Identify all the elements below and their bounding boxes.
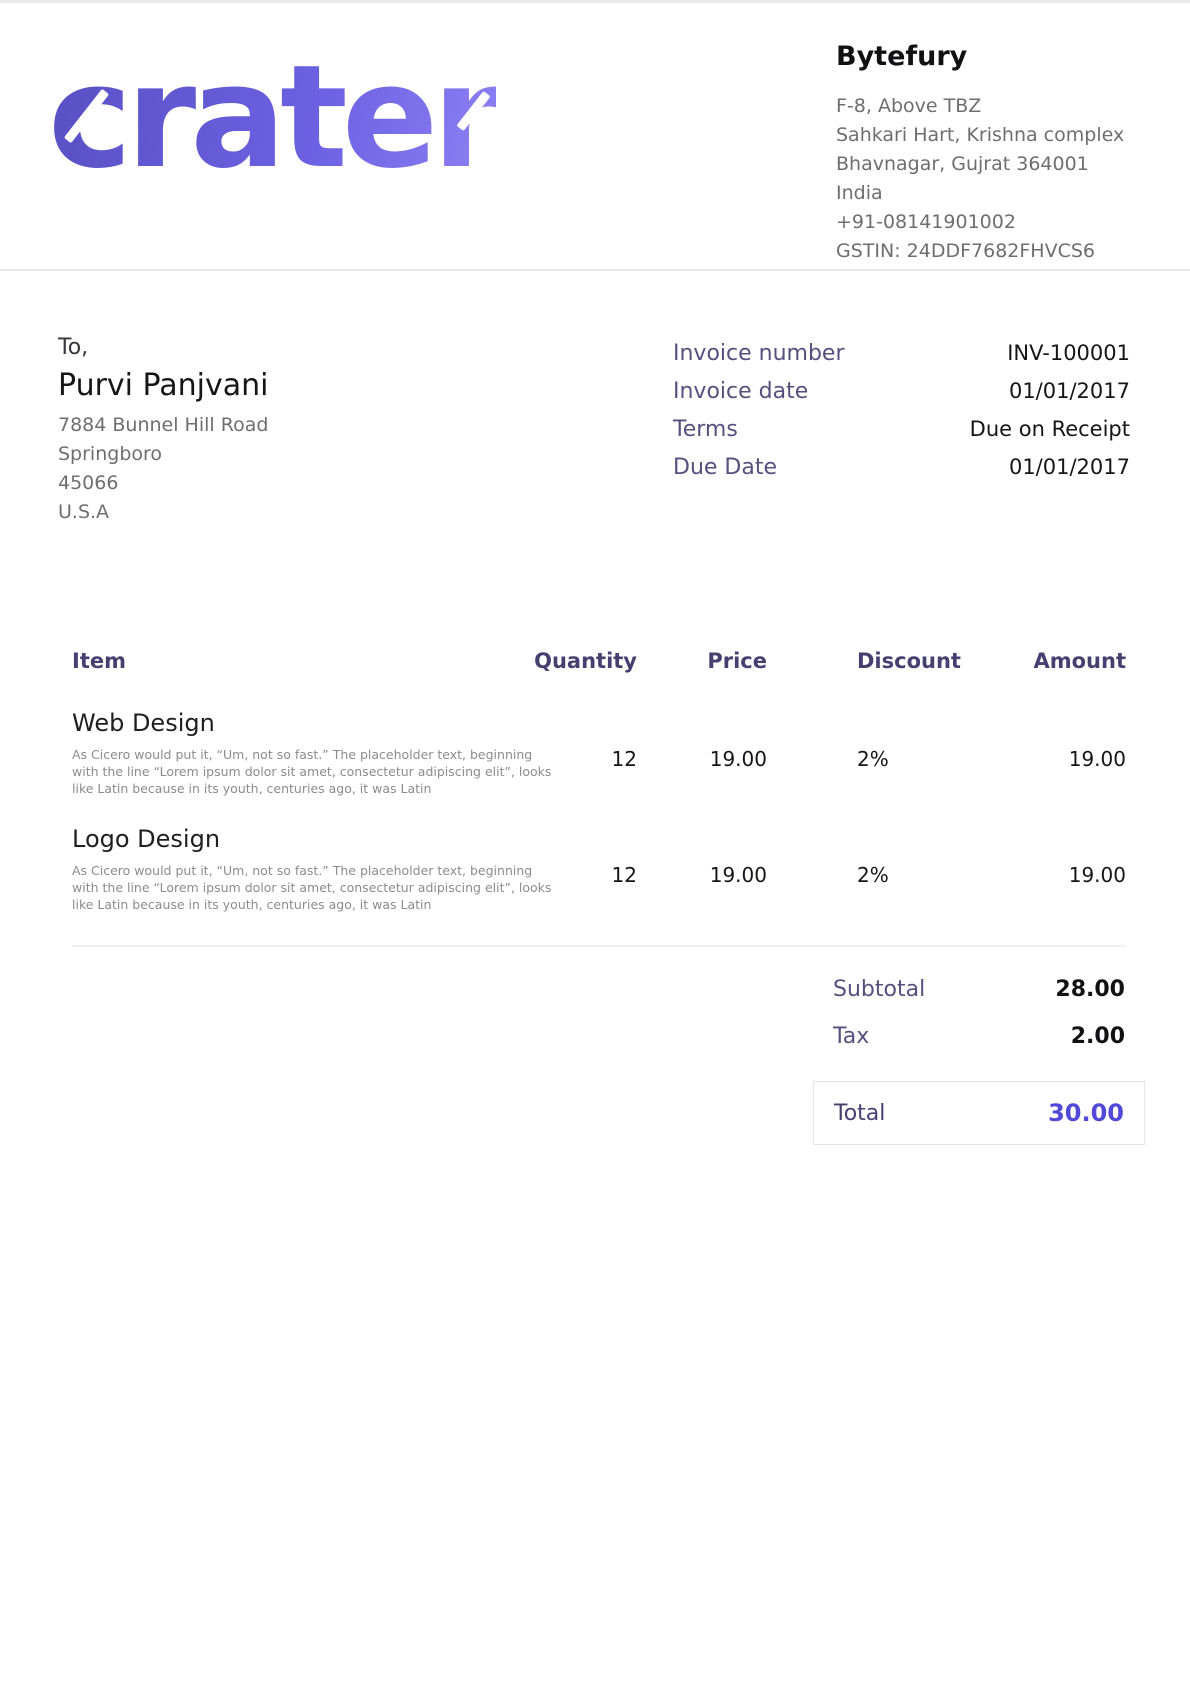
item-quantity: 12 — [512, 825, 637, 913]
company-address-line-4: India — [836, 179, 1136, 208]
subtotal-label: Subtotal — [833, 977, 925, 1002]
item-price: 19.00 — [637, 825, 767, 913]
subtotal-value: 28.00 — [1055, 977, 1125, 1002]
company-address-line-2: Sahkari Hart, Krishna complex — [836, 121, 1136, 150]
tax-value: 2.00 — [1071, 1024, 1125, 1049]
total-box: Total 30.00 — [813, 1081, 1145, 1145]
due-date-value: 01/01/2017 — [1009, 455, 1130, 479]
item-name: Logo Design — [72, 825, 512, 853]
company-address-line-3: Bhavnagar, Gujrat 364001 — [836, 150, 1136, 179]
table-row: Logo Design As Cicero would put it, “Um,… — [72, 825, 1126, 913]
item-quantity: 12 — [512, 709, 637, 797]
customer-address-line-1: 7884 Bunnel Hill Road — [58, 411, 269, 440]
table-bottom-divider — [72, 945, 1126, 947]
column-header-amount: Amount — [962, 649, 1126, 673]
item-discount: 2% — [767, 825, 962, 913]
invoice-number-row: Invoice number INV-100001 — [673, 341, 1130, 366]
tax-label: Tax — [833, 1024, 869, 1049]
customer-address-line-2: Springboro — [58, 440, 269, 469]
total-label: Total — [834, 1101, 885, 1126]
invoice-number-value: INV-100001 — [1007, 341, 1130, 365]
bill-to-block: To, Purvi Panjvani 7884 Bunnel Hill Road… — [58, 335, 269, 527]
terms-row: Terms Due on Receipt — [673, 417, 1130, 442]
item-price: 19.00 — [637, 709, 767, 797]
invoice-date-row: Invoice date 01/01/2017 — [673, 379, 1130, 404]
crater-logo-wordmark: crater — [48, 47, 496, 189]
item-description: As Cicero would put it, “Um, not so fast… — [72, 862, 562, 913]
invoice-number-label: Invoice number — [673, 341, 845, 366]
item-discount: 2% — [767, 709, 962, 797]
item-description: As Cicero would put it, “Um, not so fast… — [72, 746, 562, 797]
subtotal-row: Subtotal 28.00 — [813, 977, 1145, 1002]
bill-to-label: To, — [58, 335, 269, 360]
company-address-line-1: F-8, Above TBZ — [836, 92, 1136, 121]
column-header-quantity: Quantity — [512, 649, 637, 673]
terms-value: Due on Receipt — [970, 417, 1130, 441]
terms-label: Terms — [673, 417, 738, 442]
invoice-page: crater Bytefury F-8, Above TBZ Sahkari H… — [0, 0, 1190, 1684]
column-header-price: Price — [637, 649, 767, 673]
invoice-date-value: 01/01/2017 — [1009, 379, 1130, 403]
customer-address-line-4: U.S.A — [58, 498, 269, 527]
table-row: Web Design As Cicero would put it, “Um, … — [72, 709, 1126, 797]
column-header-item: Item — [72, 649, 512, 673]
company-phone: +91-08141901002 — [836, 208, 1136, 237]
totals-section: Subtotal 28.00 Tax 2.00 Total 30.00 — [813, 977, 1145, 1145]
item-amount: 19.00 — [962, 709, 1126, 797]
due-date-row: Due Date 01/01/2017 — [673, 455, 1130, 480]
crater-logo: crater — [48, 55, 496, 181]
item-cell: Logo Design As Cicero would put it, “Um,… — [72, 825, 512, 913]
invoice-meta-block: Invoice number INV-100001 Invoice date 0… — [673, 341, 1130, 527]
item-cell: Web Design As Cicero would put it, “Um, … — [72, 709, 512, 797]
tax-row: Tax 2.00 — [813, 1024, 1145, 1049]
column-header-discount: Discount — [767, 649, 962, 673]
total-value: 30.00 — [1048, 1099, 1124, 1127]
item-name: Web Design — [72, 709, 512, 737]
company-name: Bytefury — [836, 41, 1136, 72]
due-date-label: Due Date — [673, 455, 777, 480]
customer-name: Purvi Panjvani — [58, 368, 269, 403]
invoice-header: crater Bytefury F-8, Above TBZ Sahkari H… — [0, 3, 1190, 271]
company-block: Bytefury F-8, Above TBZ Sahkari Hart, Kr… — [836, 41, 1136, 266]
billing-section: To, Purvi Panjvani 7884 Bunnel Hill Road… — [0, 271, 1190, 527]
company-gstin: GSTIN: 24DDF7682FHVCS6 — [836, 237, 1136, 266]
item-amount: 19.00 — [962, 825, 1126, 913]
customer-address-line-3: 45066 — [58, 469, 269, 498]
items-table-header: Item Quantity Price Discount Amount — [72, 649, 1126, 673]
items-table: Item Quantity Price Discount Amount Web … — [72, 649, 1126, 947]
invoice-date-label: Invoice date — [673, 379, 808, 404]
